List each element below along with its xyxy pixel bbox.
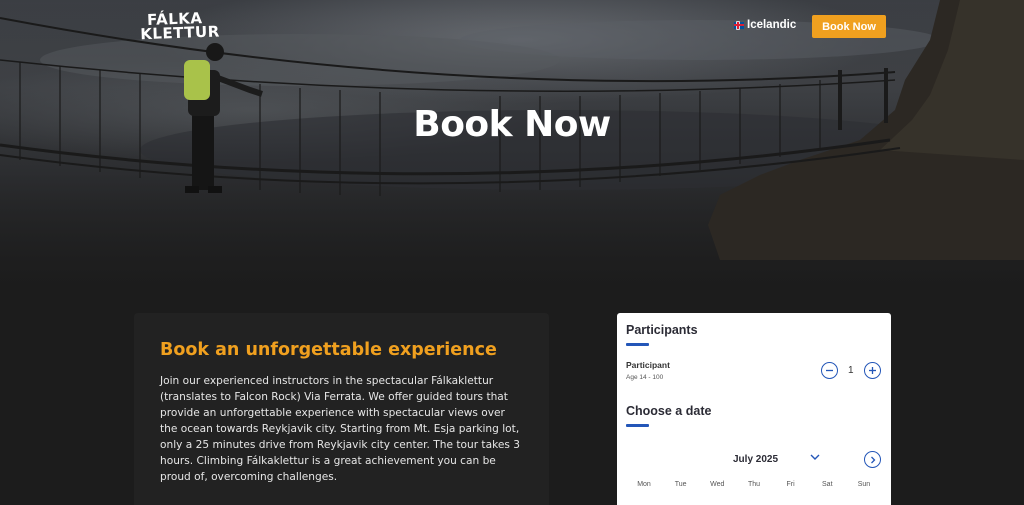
participant-label: Participant bbox=[626, 360, 670, 370]
iceland-flag-icon bbox=[734, 21, 744, 29]
weekday-wed: Wed bbox=[710, 481, 725, 488]
participant-quantity: 1 bbox=[848, 365, 854, 376]
month-label: July 2025 bbox=[733, 454, 779, 465]
weekday-fri: Fri bbox=[786, 481, 795, 488]
weekday-sun: Sun bbox=[857, 481, 871, 488]
hero-background-image bbox=[0, 0, 1024, 260]
increase-participant-button[interactable] bbox=[864, 362, 881, 379]
site-logo[interactable]: FÁLKA KLETTUR bbox=[139, 9, 221, 44]
language-selector[interactable]: Icelandic bbox=[734, 19, 796, 31]
info-card: Book an unforgettable experience Join ou… bbox=[134, 313, 549, 505]
next-month-button[interactable] bbox=[864, 451, 881, 468]
weekday-mon: Mon bbox=[637, 481, 651, 488]
minus-icon bbox=[826, 369, 833, 372]
decrease-participant-button[interactable] bbox=[821, 362, 838, 379]
book-now-button[interactable]: Book Now bbox=[812, 15, 886, 38]
weekday-thu: Thu bbox=[747, 481, 760, 488]
participants-heading-underline bbox=[626, 343, 649, 346]
booking-widget: Participants Participant Age 14 - 100 1 … bbox=[617, 313, 891, 505]
participant-age-range: Age 14 - 100 bbox=[626, 374, 664, 381]
choose-date-heading: Choose a date bbox=[626, 404, 712, 418]
info-description: Join our experienced instructors in the … bbox=[160, 375, 520, 483]
hero-section: FÁLKA KLETTUR Icelandic Book Now Book No… bbox=[0, 0, 1024, 290]
choose-date-heading-underline bbox=[626, 424, 649, 427]
plus-icon bbox=[869, 367, 876, 374]
logo-line-2: KLETTUR bbox=[139, 22, 221, 44]
weekday-tue: Tue bbox=[674, 481, 687, 488]
chevron-right-icon bbox=[870, 456, 875, 463]
chevron-down-icon[interactable] bbox=[809, 451, 821, 463]
page-title: Book Now bbox=[413, 104, 611, 145]
info-title: Book an unforgettable experience bbox=[160, 340, 497, 360]
participants-heading: Participants bbox=[626, 323, 698, 337]
language-label: Icelandic bbox=[747, 19, 797, 31]
weekday-sat: Sat bbox=[822, 481, 833, 488]
weekday-header: Mon Tue Wed Thu Fri Sat Sun bbox=[626, 481, 882, 488]
